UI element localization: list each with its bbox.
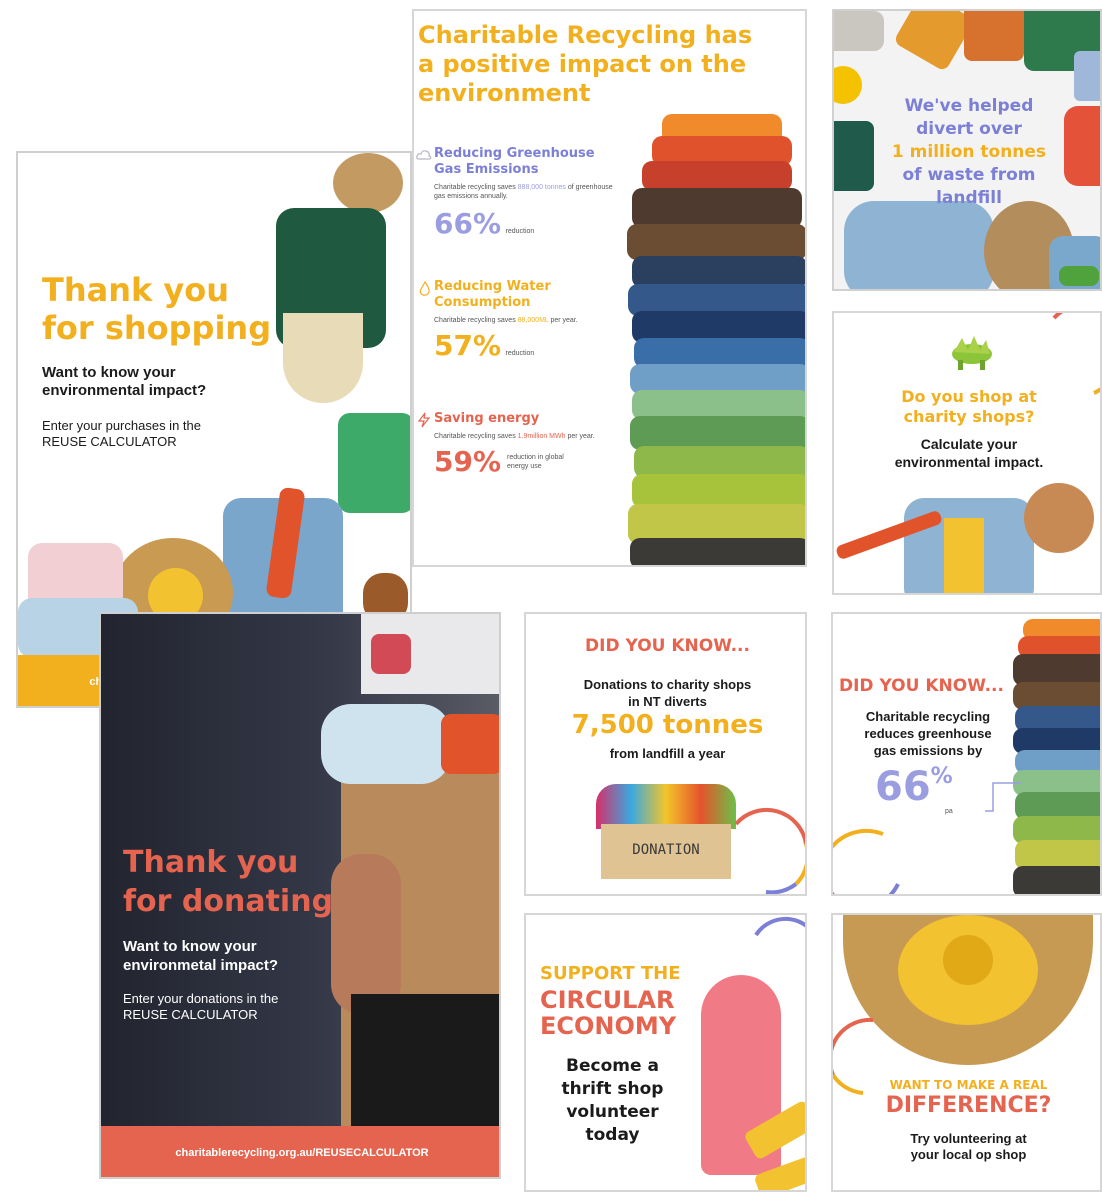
impact-heading: Reducing Greenhouse Gas Emissions bbox=[434, 146, 595, 177]
divert-card: We've helped divert over 1 million tonne… bbox=[832, 9, 1102, 291]
donation-box-label: DONATION bbox=[632, 842, 700, 858]
difference-cta: Try volunteering at your local op shop bbox=[910, 1131, 1027, 1162]
dyk-text-2: from landfill a year bbox=[609, 746, 726, 761]
shopping-body: Enter your purchases in the REUSE CALCUL… bbox=[42, 418, 201, 449]
dyk-heading: DID YOU KNOW... bbox=[585, 636, 750, 656]
impact-percent-row: 59% reduction in global energy use bbox=[434, 445, 626, 478]
impact-infographic-card: Charitable Recycling has a positive impa… bbox=[412, 9, 807, 567]
dyk-nt-card: DID YOU KNOW... Donations to charity sho… bbox=[524, 612, 807, 896]
impact-title: Charitable Recycling has a positive impa… bbox=[418, 21, 753, 107]
dyk-percent: 66% pa bbox=[875, 764, 953, 815]
donating-url-bar[interactable]: charitablerecycling.org.au/REUSECALCULAT… bbox=[101, 1126, 499, 1177]
dyk-heading: DID YOU KNOW... bbox=[839, 676, 1004, 696]
difference-headline: WANT TO MAKE A REAL DIFFERENCE? bbox=[885, 1078, 1052, 1118]
dyk-big-number: 7,500 tonnes bbox=[571, 710, 764, 740]
impact-caption: reduction bbox=[505, 350, 535, 357]
impact-body: Charitable recycling saves 88,000ML per … bbox=[434, 317, 578, 324]
charity-shop-subtext: Calculate your environmental impact. bbox=[894, 436, 1044, 470]
impact-caption: reduction in global energy use bbox=[507, 453, 564, 470]
impact-heading: Saving energy bbox=[434, 411, 540, 426]
circular-headline: SUPPORT THE CIRCULAR ECONOMY bbox=[540, 963, 681, 1040]
chart-bracket-icon bbox=[985, 782, 1021, 812]
dinosaur-toy-icon bbox=[952, 336, 992, 370]
impact-percent-row: 57% reduction bbox=[434, 329, 626, 362]
impact-percent: 59% bbox=[434, 445, 502, 478]
clothes-stack-image bbox=[622, 106, 805, 565]
dyk-text: Donations to charity shops in NT diverts bbox=[583, 677, 752, 709]
impact-body: Charitable recycling saves 1.9million MW… bbox=[434, 433, 595, 440]
donating-subtitle: Want to know your environmetal impact? bbox=[123, 938, 279, 974]
charity-shop-question: Do you shop at charity shops? bbox=[901, 387, 1037, 426]
cloud-icon bbox=[416, 150, 432, 160]
impact-percent: 57% bbox=[434, 329, 502, 362]
charity-shop-card: Do you shop at charity shops? Calculate y… bbox=[832, 311, 1102, 595]
impact-caption: reduction bbox=[505, 228, 535, 235]
circular-cta: Become a thrift shop volunteer today bbox=[561, 1056, 664, 1145]
impact-percent-row: 66% reduction bbox=[434, 207, 626, 240]
dyk-text: Charitable recycling reduces greenhouse ga… bbox=[864, 709, 992, 758]
shopping-subtitle: Want to know your environmental impact? bbox=[42, 364, 207, 399]
water-drop-icon bbox=[419, 281, 430, 296]
difference-card: WANT TO MAKE A REAL DIFFERENCE? Try volu… bbox=[831, 913, 1102, 1192]
impact-heading: Reducing Water Consumption bbox=[434, 279, 551, 310]
donating-url[interactable]: charitablerecycling.org.au/REUSECALCULAT… bbox=[101, 1126, 499, 1177]
donation-box-image: DONATION bbox=[591, 784, 741, 884]
donating-title: Thank you for donating bbox=[123, 845, 334, 919]
energy-icon bbox=[417, 412, 431, 428]
shopping-title: Thank you for shopping bbox=[42, 271, 272, 347]
divert-text: We've helped divert over 1 million tonne… bbox=[891, 96, 1047, 208]
impact-section-water: Reducing Water Consumption Charitable re… bbox=[416, 279, 626, 362]
decorative-ring-icon bbox=[734, 807, 805, 894]
impact-section-ghg: Reducing Greenhouse Gas Emissions Charit… bbox=[416, 146, 626, 240]
circular-economy-card: SUPPORT THE CIRCULAR ECONOMY Become a thr… bbox=[524, 913, 807, 1192]
clothes-collage-image bbox=[18, 153, 410, 658]
impact-section-energy: Saving energy Charitable recycling saves… bbox=[416, 411, 626, 478]
decorative-ring-icon bbox=[833, 828, 900, 894]
clothes-image bbox=[834, 483, 1100, 593]
donating-card: Thank you for donating Want to know your … bbox=[99, 612, 501, 1179]
clothes-stack-image bbox=[1013, 614, 1100, 894]
impact-percent: 66% bbox=[434, 207, 502, 240]
dress-image bbox=[676, 965, 805, 1190]
donating-body: Enter your donations in the REUSE CALCUL… bbox=[123, 991, 279, 1022]
impact-body: Charitable recycling saves 888,000 tonne… bbox=[434, 184, 613, 200]
dyk-ghg-card: DID YOU KNOW... Charitable recycling redu… bbox=[831, 612, 1102, 896]
